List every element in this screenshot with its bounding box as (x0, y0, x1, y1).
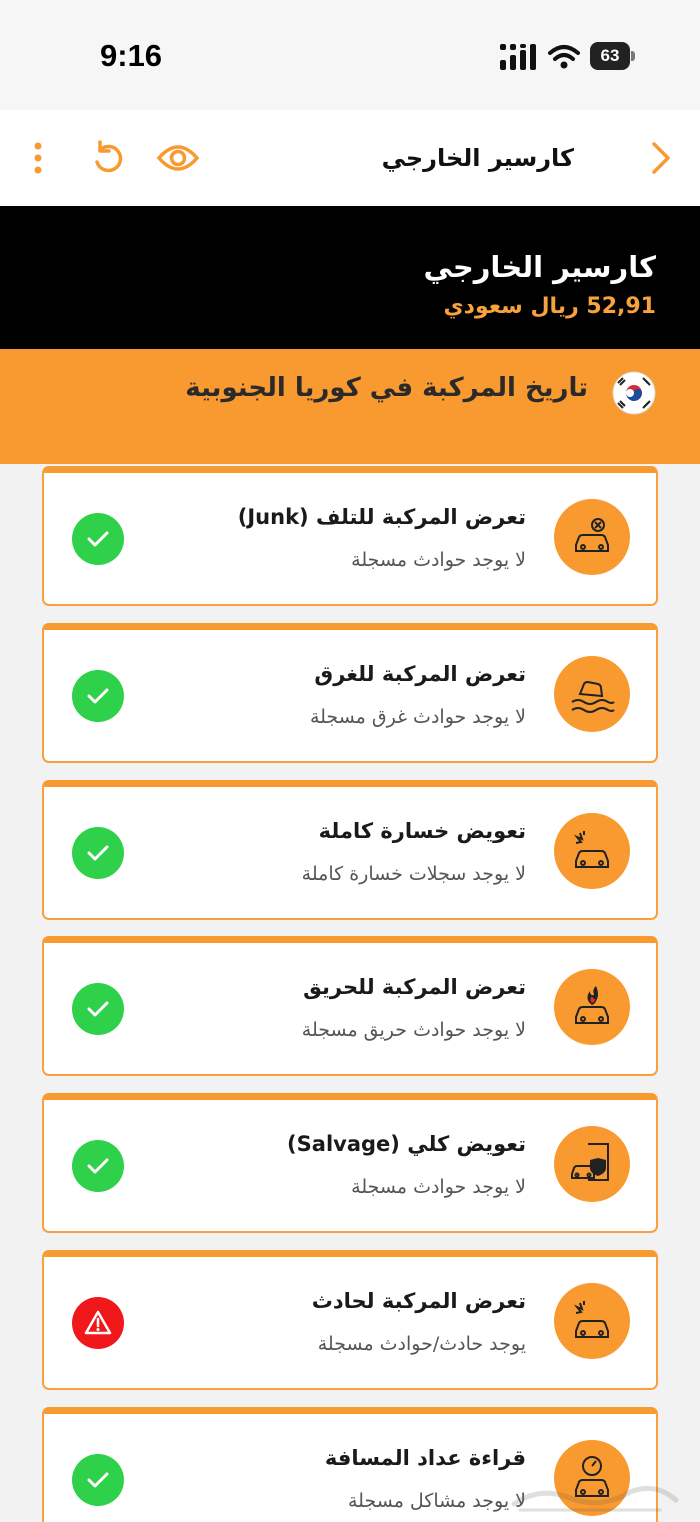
watermark-logo-icon (511, 1485, 679, 1512)
history-card-accident[interactable]: تعرض المركبة لحادث يوجد حادث/حوادث مسجلة (42, 1250, 658, 1390)
card-subtitle: لا يوجد حوادث غرق مسجلة (309, 706, 526, 728)
check-icon (72, 513, 124, 565)
product-price: 52,91 ريال سعودي (443, 294, 657, 319)
card-subtitle: لا يوجد مشاكل مسجلة (348, 1490, 526, 1512)
check-icon (72, 983, 124, 1035)
history-card-total-loss[interactable]: تعويض خسارة كاملة لا يوجد سجلات خسارة كا… (42, 780, 658, 920)
fire-car-icon (554, 969, 630, 1045)
card-title: تعرض المركبة لحادث (311, 1289, 526, 1313)
card-title: تعرض المركبة للتلف (Junk) (237, 505, 526, 529)
card-subtitle: لا يوجد سجلات خسارة كاملة (301, 863, 526, 885)
check-icon (72, 1454, 124, 1506)
junk-car-icon (554, 499, 630, 575)
check-icon (72, 827, 124, 879)
refresh-icon[interactable] (90, 138, 126, 178)
crash-car-icon (554, 813, 630, 889)
product-header: كارسير الخارجي 52,91 ريال سعودي (0, 206, 700, 349)
section-banner: تاريخ المركبة في كوريا الجنوبية (0, 349, 700, 464)
status-bar: 9:16 63 (0, 0, 700, 110)
wifi-icon (548, 45, 580, 69)
card-title: تعرض المركبة للحريق (303, 975, 526, 999)
history-card-fire[interactable]: تعرض المركبة للحريق لا يوجد حوادث حريق م… (42, 936, 658, 1076)
south-korea-flag-icon (612, 371, 656, 415)
nav-title: كارسير الخارجي (381, 144, 574, 172)
battery-icon: 63 (590, 42, 635, 70)
status-time: 9:16 (100, 38, 163, 73)
accident-car-icon (554, 1283, 630, 1359)
product-title: كارسير الخارجي (423, 250, 657, 284)
card-subtitle: لا يوجد حوادث مسجلة (351, 549, 526, 571)
warning-icon (72, 1297, 124, 1349)
cellular-signal-icon (500, 44, 536, 70)
chevron-right-icon[interactable] (648, 138, 674, 178)
card-title: تعويض خسارة كاملة (318, 819, 526, 843)
check-icon (72, 670, 124, 722)
card-subtitle: يوجد حادث/حوادث مسجلة (317, 1333, 526, 1355)
history-card-junk[interactable]: تعرض المركبة للتلف (Junk) لا يوجد حوادث … (42, 466, 658, 606)
salvage-document-icon (554, 1126, 630, 1202)
check-icon (72, 1140, 124, 1192)
card-subtitle: لا يوجد حوادث مسجلة (351, 1176, 526, 1198)
history-card-flood[interactable]: تعرض المركبة للغرق لا يوجد حوادث غرق مسج… (42, 623, 658, 763)
card-title: تعرض المركبة للغرق (314, 662, 526, 686)
nav-bar: كارسير الخارجي (0, 110, 700, 206)
card-subtitle: لا يوجد حوادث حريق مسجلة (301, 1019, 526, 1041)
card-title: تعويض كلي (Salvage) (287, 1132, 526, 1156)
more-vertical-icon[interactable] (30, 138, 46, 178)
eye-icon[interactable] (156, 138, 200, 178)
flood-car-icon (554, 656, 630, 732)
battery-level: 63 (590, 42, 630, 70)
section-title: تاريخ المركبة في كوريا الجنوبية (185, 373, 588, 403)
history-card-salvage[interactable]: تعويض كلي (Salvage) لا يوجد حوادث مسجلة (42, 1093, 658, 1233)
card-title: قراءة عداد المسافة (324, 1446, 526, 1470)
